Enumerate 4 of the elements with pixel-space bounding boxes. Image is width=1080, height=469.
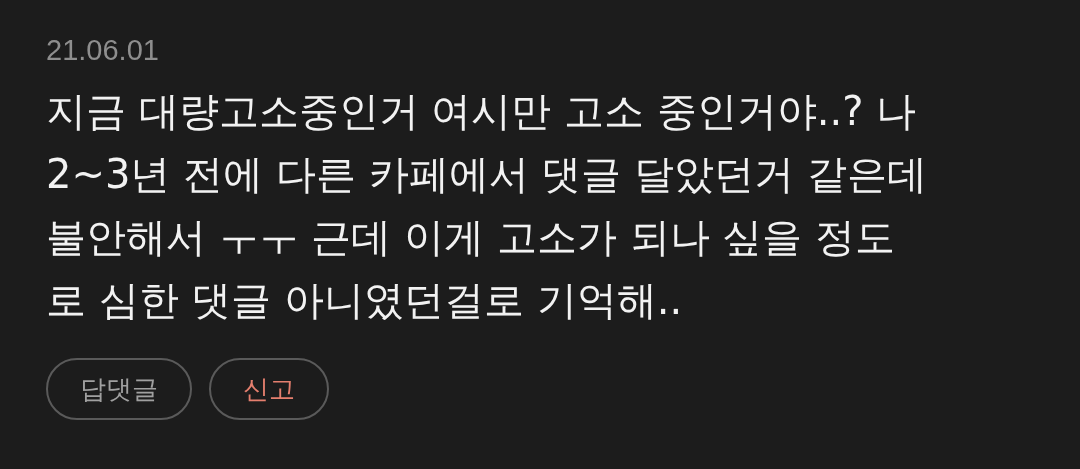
- report-button[interactable]: 신고: [209, 358, 329, 420]
- comment-text: 지금 대량고소중인거 여시만 고소 중인거야..? 나 2~3년 전에 다른 카페에서 댓글 달았던거 같은데 불안해서 ㅜㅜ 근데 이게 고소가 되나 싶을 정도 로 심한 댓글 아니였던걸로 기억해..: [46, 87, 928, 325]
- reply-button[interactable]: 답댓글: [46, 358, 192, 420]
- comment-date: 21.06.01: [46, 33, 160, 68]
